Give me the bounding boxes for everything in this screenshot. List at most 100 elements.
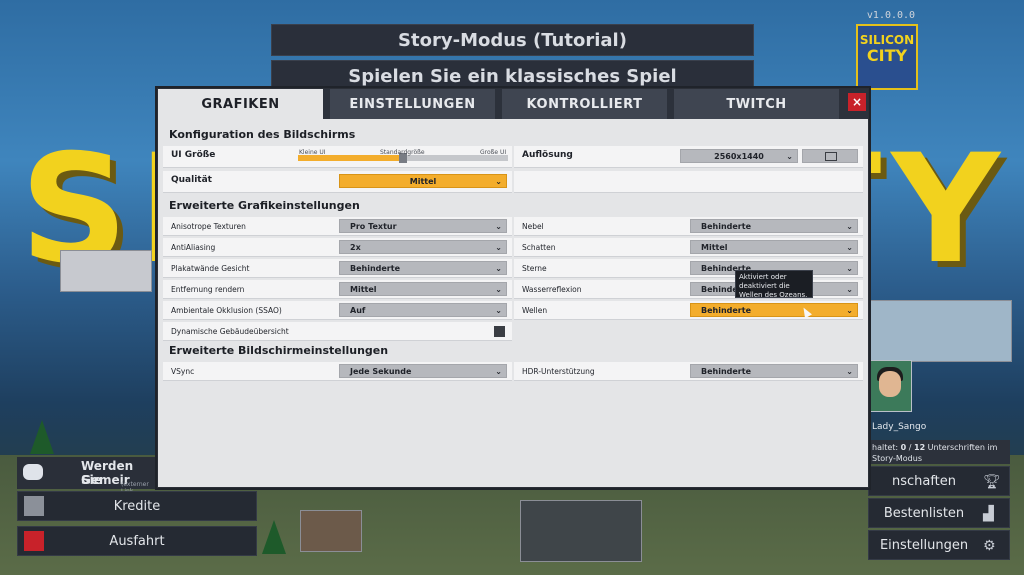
gear-icon: ⚙ — [983, 538, 996, 554]
exit-button[interactable]: Ausfahrt — [17, 526, 257, 556]
settings-button[interactable]: Einstellungen ⚙ — [868, 530, 1010, 560]
building — [520, 500, 642, 562]
render-distance-dropdown[interactable]: Mittel ⌄ — [339, 282, 507, 296]
ssao-dropdown[interactable]: Auf ⌄ — [339, 303, 507, 317]
setting-row-hdr: HDR-Unterstützung Behinderte ⌄ — [514, 362, 863, 381]
section-advanced-display: Erweiterte Bildschirmeinstellungen — [169, 344, 389, 357]
dropdown-value: Mittel — [701, 243, 728, 252]
antialiasing-dropdown[interactable]: 2x ⌄ — [339, 240, 507, 254]
credits-button[interactable]: Kredite — [17, 491, 257, 521]
story-mode-button[interactable]: Story-Modus (Tutorial) — [271, 24, 754, 56]
waves-tooltip: Aktiviert oder deaktiviert die Wellen de… — [735, 270, 813, 299]
setting-label: Sterne — [522, 264, 547, 273]
dropdown-value: Mittel — [350, 285, 377, 294]
setting-row-fog: Nebel Behinderte ⌄ — [514, 217, 863, 236]
setting-row-vsync: VSync Jede Sekunde ⌄ — [163, 362, 512, 381]
dropdown-value: Pro Textur — [350, 222, 397, 231]
setting-row-antialiasing: AntiAliasing 2x ⌄ — [163, 238, 512, 257]
setting-label: Anisotrope Texturen — [171, 222, 246, 231]
progress-sep: / — [906, 443, 914, 452]
dropdown-value: Behinderte — [701, 306, 752, 315]
chevron-down-icon: ⌄ — [495, 285, 502, 294]
chevron-down-icon: ⌄ — [786, 152, 793, 161]
setting-row-billboards: Plakatwände Gesicht Behinderte ⌄ — [163, 259, 512, 278]
building — [860, 300, 1012, 362]
settings-label: Einstellungen — [879, 537, 969, 553]
setting-label: VSync — [171, 367, 195, 376]
exit-label: Ausfahrt — [109, 533, 165, 549]
dropdown-value: Behinderte — [350, 264, 401, 273]
credits-icon — [24, 496, 44, 516]
tree — [262, 520, 286, 554]
chevron-down-icon: ⌄ — [846, 264, 853, 273]
chevron-down-icon: ⌄ — [495, 177, 502, 186]
credits-label: Kredite — [113, 498, 161, 514]
leaderboards-button[interactable]: Bestenlisten ▟ — [868, 498, 1010, 528]
hdr-dropdown[interactable]: Behinderte ⌄ — [690, 364, 858, 378]
chevron-down-icon: ⌄ — [846, 243, 853, 252]
tab-twitch[interactable]: TWITCH — [674, 89, 842, 119]
billboards-dropdown[interactable]: Behinderte ⌄ — [339, 261, 507, 275]
setting-label: Schatten — [522, 243, 556, 252]
chevron-down-icon: ⌄ — [846, 306, 853, 315]
trophy-icon: 🏆︎ — [983, 474, 1001, 490]
setting-row-ssao: Ambientale Okklusion (SSAO) Auf ⌄ — [163, 301, 512, 320]
podium-icon: ▟ — [983, 506, 994, 522]
tree — [30, 420, 54, 454]
ui-size-label: UI Größe — [171, 150, 216, 160]
game-logo: SILICON CITY — [856, 24, 918, 90]
resolution-value: 2560x1440 — [714, 152, 764, 161]
waves-dropdown[interactable]: Behinderte ⌄ — [690, 303, 858, 317]
quality-row: Qualität Mittel ⌄ — [163, 171, 512, 193]
close-button[interactable]: × — [848, 93, 866, 111]
player-avatar[interactable] — [868, 360, 912, 412]
setting-label: Ambientale Okklusion (SSAO) — [171, 306, 282, 315]
ui-size-tick-standard: Standardgröße — [380, 149, 425, 156]
chevron-down-icon: ⌄ — [495, 306, 502, 315]
window-icon — [825, 152, 837, 161]
exit-icon — [24, 531, 44, 551]
progress-total: 12 — [914, 443, 926, 452]
version-label: v1.0.0.0 — [866, 10, 916, 21]
setting-row-shadows: Schatten Mittel ⌄ — [514, 238, 863, 257]
player-name: Lady_Sango — [872, 422, 927, 432]
setting-label: Entfernung rendern — [171, 285, 245, 294]
chevron-down-icon: ⌄ — [495, 367, 502, 376]
building — [300, 510, 362, 552]
quality-label: Qualität — [171, 175, 212, 185]
ui-size-slider[interactable] — [298, 153, 508, 165]
quality-dropdown[interactable]: Mittel ⌄ — [339, 174, 507, 188]
setting-row-anisotropic: Anisotrope Texturen Pro Textur ⌄ — [163, 217, 512, 236]
fullscreen-toggle-button[interactable] — [802, 149, 858, 163]
achievements-button[interactable]: nschaften 🏆︎ — [868, 466, 1010, 496]
setting-row-waves: Wellen Behinderte ⌄ — [514, 301, 863, 320]
ui-size-tick-small: Kleine UI — [299, 149, 326, 156]
quality-value: Mittel — [409, 177, 437, 186]
tab-settings[interactable]: EINSTELLUNGEN — [330, 89, 498, 119]
shadows-dropdown[interactable]: Mittel ⌄ — [690, 240, 858, 254]
chevron-down-icon: ⌄ — [846, 285, 853, 294]
chevron-down-icon: ⌄ — [846, 367, 853, 376]
chevron-down-icon: ⌄ — [495, 222, 502, 231]
section-screen-config: Konfiguration des Bildschirms — [169, 128, 356, 141]
dynamic-overview-checkbox[interactable] — [494, 326, 505, 337]
setting-label: Plakatwände Gesicht — [171, 264, 250, 273]
setting-label: Nebel — [522, 222, 544, 231]
setting-label: Wellen — [522, 306, 548, 315]
dropdown-value: 2x — [350, 243, 361, 252]
dropdown-value: Jede Sekunde — [350, 367, 412, 376]
setting-label: HDR-Unterstützung — [522, 367, 595, 376]
resolution-row: Auflösung 2560x1440 ⌄ — [514, 146, 863, 168]
tab-controls[interactable]: KONTROLLIERT — [502, 89, 670, 119]
chevron-down-icon: ⌄ — [495, 264, 502, 273]
setting-row-render-distance: Entfernung rendern Mittel ⌄ — [163, 280, 512, 299]
setting-label: Dynamische Gebäudeübersicht — [171, 327, 289, 336]
setting-row-dynamic-overview: Dynamische Gebäudeübersicht — [163, 322, 512, 341]
tab-graphics[interactable]: GRAFIKEN — [158, 89, 326, 119]
discord-button[interactable]: Werden Sie Gemeir (externer Link — [17, 457, 157, 495]
fog-dropdown[interactable]: Behinderte ⌄ — [690, 219, 858, 233]
resolution-dropdown[interactable]: 2560x1440 ⌄ — [680, 149, 798, 163]
section-advanced-graphics: Erweiterte Grafikeinstellungen — [169, 199, 360, 212]
vsync-dropdown[interactable]: Jede Sekunde ⌄ — [339, 364, 507, 378]
anisotropic-dropdown[interactable]: Pro Textur ⌄ — [339, 219, 507, 233]
